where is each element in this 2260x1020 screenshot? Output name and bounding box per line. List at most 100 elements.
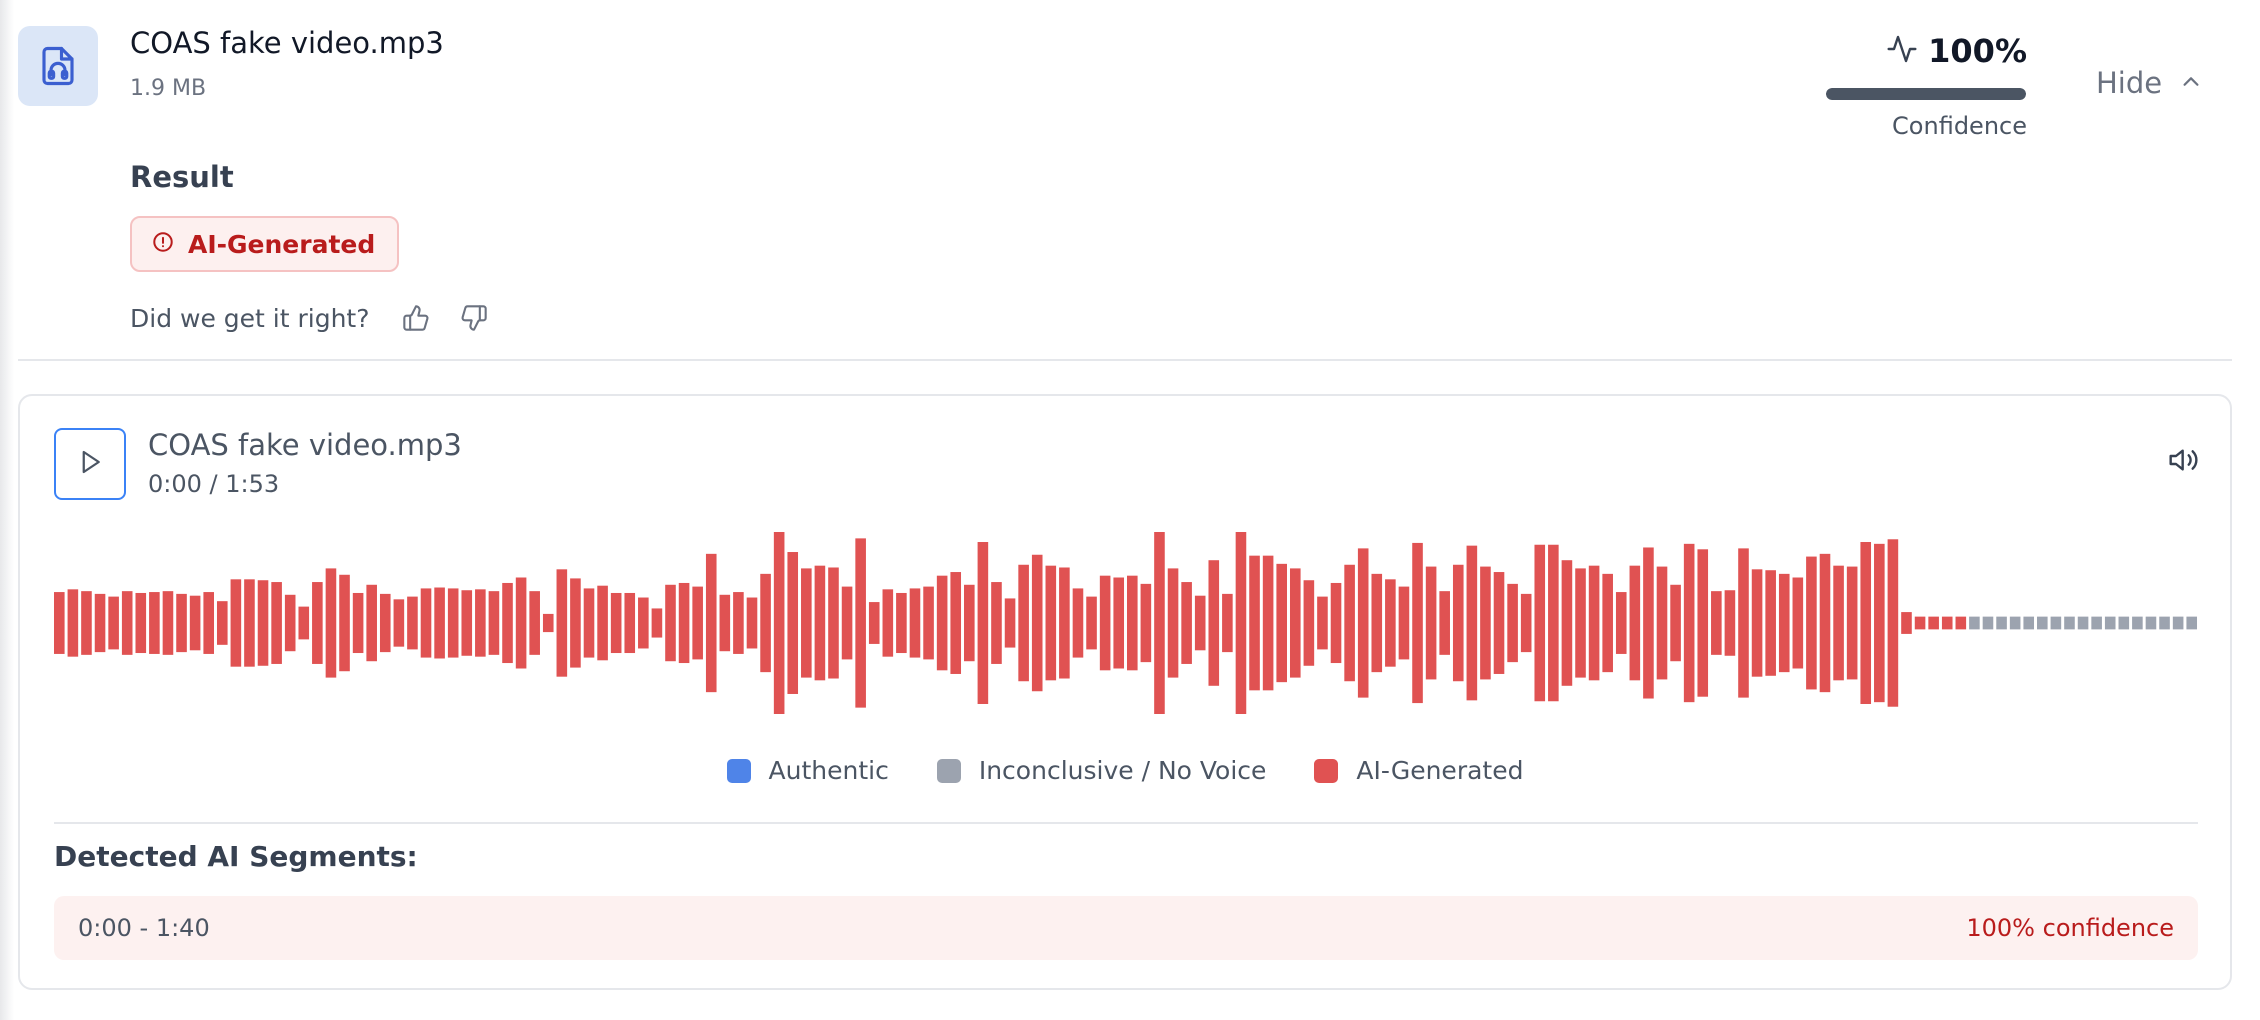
waveform-bar xyxy=(1154,532,1165,714)
play-button[interactable] xyxy=(54,428,126,500)
chevron-up-icon xyxy=(2180,66,2202,100)
waveform-bar xyxy=(801,568,812,678)
waveform-bar xyxy=(909,588,921,658)
alert-circle-icon xyxy=(152,231,174,257)
waveform-bar xyxy=(1018,564,1029,682)
waveform-bar xyxy=(1276,563,1287,683)
waveform-bar xyxy=(67,589,79,657)
waveform-bar xyxy=(1452,564,1464,682)
waveform-bar xyxy=(542,613,554,633)
waveform-bar xyxy=(787,552,799,694)
waveform-bar xyxy=(1181,582,1192,664)
waveform-bar xyxy=(529,591,540,655)
confidence-value: 100% xyxy=(1928,32,2027,70)
audio-player-card: COAS fake video.mp3 0:00 / 1:53 Authenti… xyxy=(18,394,2232,990)
waveform-bar xyxy=(733,592,744,654)
waveform-bar xyxy=(325,568,337,678)
activity-icon xyxy=(1886,33,1918,69)
waveform-bar xyxy=(1357,548,1369,698)
waveform-legend: Authentic Inconclusive / No Voice AI-Gener… xyxy=(20,756,2230,785)
legend-label: AI-Generated xyxy=(1356,756,1524,785)
waveform-bar xyxy=(312,582,323,664)
waveform-bar xyxy=(2091,616,2102,630)
waveform-bar xyxy=(1615,592,1627,654)
waveform-bar xyxy=(977,542,989,704)
waveform-bar xyxy=(515,577,527,669)
play-icon xyxy=(75,447,105,481)
result-heading: Result xyxy=(130,160,234,194)
waveform-bar xyxy=(991,582,1002,664)
ai-generated-badge: AI-Generated xyxy=(130,216,400,272)
waveform-bar xyxy=(2050,616,2062,630)
legend-swatch xyxy=(1314,758,1339,783)
waveform-bar xyxy=(923,586,934,660)
waveform-bar xyxy=(896,592,907,654)
volume-button[interactable] xyxy=(2166,444,2202,480)
waveform-bar xyxy=(1167,568,1179,678)
waveform-bar xyxy=(1928,616,1939,630)
waveform-bar xyxy=(583,588,595,658)
waveform-bar xyxy=(1303,580,1315,666)
waveform-bar xyxy=(203,592,214,654)
waveform-bar xyxy=(1086,596,1097,650)
waveform-bar xyxy=(855,538,866,708)
thumbs-up-icon[interactable] xyxy=(398,300,434,336)
waveform-bar xyxy=(678,582,690,664)
waveform-bar xyxy=(1697,549,1709,697)
waveform-bar xyxy=(108,596,119,650)
thumbs-down-icon[interactable] xyxy=(456,300,492,336)
waveform-bar xyxy=(1860,542,1872,704)
waveform-bar xyxy=(610,592,622,654)
waveform-bar xyxy=(1833,565,1844,681)
waveform-bar xyxy=(162,591,174,655)
waveform-bar xyxy=(1901,612,1912,634)
waveform-bar xyxy=(2159,616,2170,630)
waveform-bar xyxy=(1140,583,1152,663)
confidence-bar-fill xyxy=(1826,88,2026,100)
waveform[interactable] xyxy=(20,530,2234,716)
waveform-bar xyxy=(2064,616,2075,630)
waveform-bar xyxy=(2132,616,2143,630)
waveform-bar xyxy=(2172,616,2184,630)
waveform-bar xyxy=(964,584,975,662)
waveform-bar xyxy=(1656,566,1668,680)
waveform-bar xyxy=(447,588,459,658)
waveform-bar xyxy=(1004,598,1016,648)
confidence-label: Confidence xyxy=(1892,112,2027,140)
waveform-bar xyxy=(2186,616,2198,630)
waveform-bar xyxy=(135,592,147,654)
waveform-bar xyxy=(121,591,133,655)
section-divider xyxy=(18,359,2232,361)
waveform-bar xyxy=(94,593,106,653)
waveform-bar xyxy=(719,594,731,652)
waveform-bar xyxy=(1439,591,1450,655)
waveform-bar xyxy=(1249,555,1260,691)
legend-label: Inconclusive / No Voice xyxy=(978,756,1267,785)
waveform-bar xyxy=(746,597,758,649)
waveform-bar xyxy=(665,584,676,662)
waveform-bar xyxy=(1561,560,1573,686)
waveform-bar xyxy=(705,553,717,693)
waveform-bar xyxy=(1194,595,1206,651)
waveform-bar xyxy=(407,596,418,650)
waveform-bar xyxy=(1982,616,1994,630)
waveform-bar xyxy=(189,595,201,651)
waveform-bar xyxy=(1588,565,1600,681)
waveform-bar xyxy=(1969,616,1980,630)
segments-heading: Detected AI Segments: xyxy=(54,840,418,873)
waveform-bar xyxy=(488,591,500,655)
waveform-bar xyxy=(1072,588,1084,658)
waveform-bar xyxy=(2118,616,2130,630)
waveform-bar xyxy=(1330,582,1342,664)
confidence-meter: 100% Confidence xyxy=(1820,30,2030,145)
waveform-bar xyxy=(1466,545,1478,701)
inner-divider xyxy=(54,822,2198,824)
waveform-bar xyxy=(1955,616,1967,630)
waveform-bar xyxy=(379,593,391,653)
hide-button[interactable]: Hide xyxy=(2096,66,2202,100)
waveform-bar xyxy=(1031,554,1043,692)
waveform-bar xyxy=(339,574,350,672)
feedback-prompt: Did we get it right? xyxy=(130,303,370,333)
segment-confidence: 100% confidence xyxy=(1966,914,2174,942)
segment-range: 0:00 - 1:40 xyxy=(78,914,210,942)
